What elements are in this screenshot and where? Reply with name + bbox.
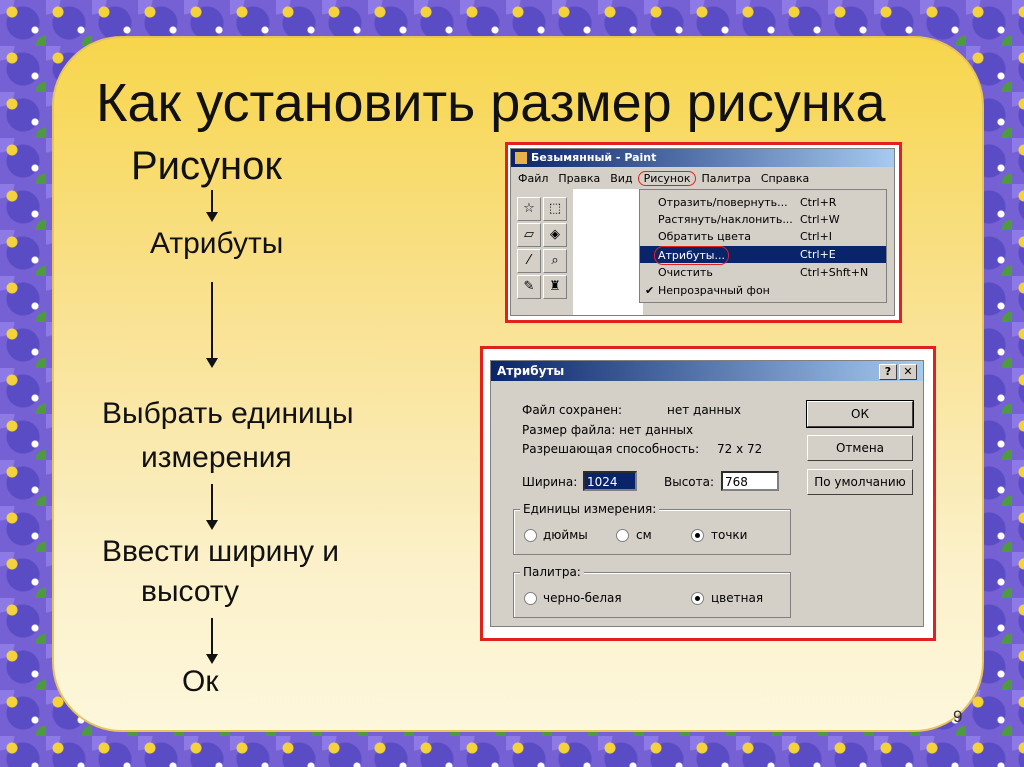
units-inches-radio[interactable] <box>524 529 537 542</box>
file-saved-value: нет данных <box>667 403 741 417</box>
eraser-tool-icon[interactable]: ▱ <box>517 223 541 247</box>
menu-item-shortcut: Ctrl+R <box>800 196 837 209</box>
file-saved-label: Файл сохранен: <box>522 403 623 417</box>
menu-item-label: Отразить/повернуть... <box>658 196 788 209</box>
canvas-area[interactable] <box>573 189 643 315</box>
file-size-label: Размер файла: нет данных <box>522 423 694 437</box>
step-units-line1: Выбрать единицы <box>102 397 354 430</box>
menu-item-attributes[interactable]: Атрибуты... Ctrl+E <box>640 246 886 265</box>
step-units-line2: измерения <box>141 441 292 474</box>
palette-bw-radio[interactable] <box>524 592 537 605</box>
menu-item-label: Обратить цвета <box>658 230 751 243</box>
menu-item-label: Очистить <box>658 266 713 279</box>
paint-window: Безымянный - Paint Файл Правка Вид Рисунок П… <box>510 148 895 316</box>
menu-item-shortcut: Ctrl+E <box>800 248 836 261</box>
units-pixels-radio[interactable] <box>691 529 704 542</box>
dialog-title: Атрибуты <box>491 361 923 381</box>
menu-item-label: Растянуть/наклонить... <box>658 213 793 226</box>
menu-image[interactable]: Рисунок <box>637 171 697 186</box>
units-inches-label: дюймы <box>543 528 588 542</box>
default-button[interactable]: По умолчанию <box>807 469 913 495</box>
arrow-2 <box>206 282 218 368</box>
paint-window-title: Безымянный - Paint <box>531 151 657 164</box>
page-number: 9 <box>953 707 963 726</box>
height-label: Высота: <box>664 475 715 489</box>
menu-item-stretch-skew[interactable]: Растянуть/наклонить... Ctrl+W <box>640 211 886 228</box>
rect-select-tool-icon[interactable]: ⬚ <box>543 197 567 221</box>
paint-app-icon <box>515 152 527 164</box>
menu-item-shortcut: Ctrl+I <box>800 230 833 243</box>
resolution-label: Разрешающая способность: <box>522 442 700 456</box>
arrow-3 <box>206 484 218 530</box>
menu-item-opaque[interactable]: ✔ Непрозрачный фон <box>640 282 886 299</box>
step-size-line1: Ввести ширину и <box>102 535 340 568</box>
image-menu-dropdown: Отразить/повернуть... Ctrl+R Растянуть/на… <box>639 189 887 303</box>
brush-tool-icon[interactable]: ♜ <box>543 275 567 299</box>
palette-bw-label: черно-белая <box>543 591 622 605</box>
palette-color-radio[interactable] <box>691 592 704 605</box>
units-pixels-label: точки <box>711 528 748 542</box>
arrow-4 <box>206 618 218 664</box>
free-select-tool-icon[interactable]: ☆ <box>517 197 541 221</box>
magnifier-tool-icon[interactable]: ⌕ <box>543 249 567 273</box>
arrow-1 <box>206 190 218 222</box>
units-cm-label: см <box>636 528 652 542</box>
menu-item-invert-colors[interactable]: Обратить цвета Ctrl+I <box>640 228 886 245</box>
menu-item-label: Атрибуты... <box>654 246 729 265</box>
ok-button[interactable]: ОК <box>806 400 914 428</box>
width-label: Ширина: <box>522 475 578 489</box>
close-button[interactable]: ✕ <box>899 364 917 380</box>
paint-menu-bar: Файл Правка Вид Рисунок Палитра Справка <box>513 171 814 186</box>
step-size-line2: высоту <box>141 575 239 608</box>
menu-item-clear[interactable]: Очистить Ctrl+Shft+N <box>640 264 886 281</box>
fill-tool-icon[interactable]: ◈ <box>543 223 567 247</box>
menu-palette[interactable]: Палитра <box>696 172 755 185</box>
slide-subtitle: Рисунок <box>131 144 282 188</box>
menu-item-shortcut: Ctrl+Shft+N <box>800 266 869 279</box>
menu-file[interactable]: Файл <box>513 172 553 185</box>
menu-edit[interactable]: Правка <box>553 172 605 185</box>
menu-item-label: Непрозрачный фон <box>658 284 770 297</box>
check-icon: ✔ <box>645 284 655 297</box>
slide-title: Как установить размер рисунка <box>96 73 886 133</box>
step-attributes: Атрибуты <box>150 227 284 260</box>
palette-group-label: Палитра: <box>520 565 584 579</box>
palette-color-label: цветная <box>711 591 764 605</box>
menu-item-shortcut: Ctrl+W <box>800 213 840 226</box>
height-field[interactable]: 768 <box>721 471 779 491</box>
menu-view[interactable]: Вид <box>605 172 637 185</box>
units-cm-radio[interactable] <box>616 529 629 542</box>
cancel-button[interactable]: Отмена <box>807 435 913 461</box>
help-button[interactable]: ? <box>879 364 897 380</box>
step-ok: Ок <box>182 665 219 698</box>
menu-help[interactable]: Справка <box>756 172 814 185</box>
width-field[interactable]: 1024 <box>583 471 637 491</box>
resolution-value: 72 x 72 <box>717 442 763 456</box>
color-picker-tool-icon[interactable]: ⁄ <box>517 249 541 273</box>
menu-item-flip-rotate[interactable]: Отразить/повернуть... Ctrl+R <box>640 194 886 211</box>
pencil-tool-icon[interactable]: ✎ <box>517 275 541 299</box>
attributes-dialog: Атрибуты ? ✕ Файл сохранен: нет данных Р… <box>490 360 924 627</box>
units-group-label: Единицы измерения: <box>520 502 660 516</box>
paint-title-bar: Безымянный - Paint <box>511 149 894 167</box>
